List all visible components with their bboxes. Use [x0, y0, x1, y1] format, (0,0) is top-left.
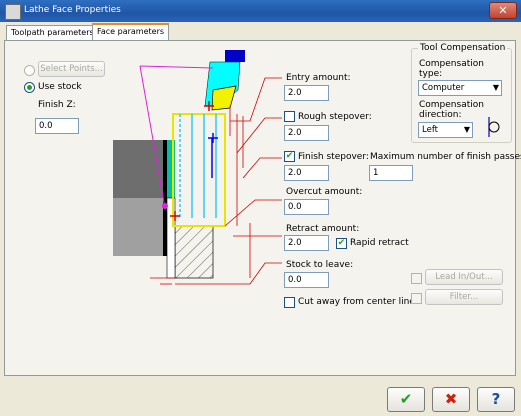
filter-checkbox[interactable]: [411, 293, 422, 304]
cancel-button[interactable]: ✖: [432, 387, 470, 412]
select-points-radio[interactable]: [24, 65, 35, 76]
lead-in-out-button[interactable]: Lead In/Out...: [425, 269, 503, 285]
select-points-button[interactable]: Select Points...: [38, 61, 105, 77]
face-diagram: [113, 50, 282, 285]
tab-face-parameters[interactable]: Face parameters: [92, 23, 170, 40]
max-finish-passes-label: Maximum number of finish passes:: [370, 152, 521, 162]
use-stock-label: Use stock: [38, 82, 82, 92]
rough-stepover-checkbox[interactable]: [284, 111, 295, 122]
finish-stepover-checkbox[interactable]: ✔: [284, 151, 295, 162]
rapid-retract-label: Rapid retract: [350, 238, 409, 248]
rough-stepover-label: Rough stepover:: [298, 112, 372, 122]
close-button[interactable]: ✕: [489, 2, 517, 19]
rough-stepover-input[interactable]: 2.0: [284, 125, 329, 141]
finish-stepover-input[interactable]: 2.0: [284, 165, 329, 181]
filter-button[interactable]: Filter...: [425, 289, 503, 305]
rapid-retract-checkbox[interactable]: ✔: [336, 238, 347, 249]
stock-to-leave-input[interactable]: 0.0: [284, 272, 329, 288]
tool-insert: [211, 85, 237, 111]
max-finish-passes-input[interactable]: 1: [369, 165, 413, 181]
stock-lower: [113, 198, 165, 256]
overcut-amount-input[interactable]: 0.0: [284, 199, 329, 215]
stock-upper: [113, 140, 165, 198]
chevron-down-icon: ▼: [492, 83, 499, 92]
hatched-part: [174, 225, 214, 279]
chevron-down-icon: ▼: [463, 125, 470, 134]
entry-amount-label: Entry amount:: [286, 73, 351, 83]
lead-in-out-checkbox[interactable]: [411, 273, 422, 284]
leader-overcut: [224, 199, 282, 227]
window-title: Lathe Face Properties: [24, 5, 121, 15]
compensation-type-select[interactable]: Computer ▼: [418, 80, 502, 96]
tool-compensation-title: Tool Compensation: [418, 43, 508, 53]
leader-finish: [242, 157, 282, 179]
tool-holder-top: [225, 50, 245, 62]
stock-outline: [172, 113, 226, 227]
start-point: [162, 203, 168, 209]
cut-away-label: Cut away from center line: [298, 297, 415, 307]
overcut-amount-label: Overcut amount:: [286, 187, 363, 197]
stock-to-leave-label: Stock to leave:: [286, 260, 354, 270]
entry-amount-input[interactable]: 2.0: [284, 85, 329, 101]
use-stock-radio[interactable]: [24, 82, 35, 93]
retract-amount-input[interactable]: 2.0: [284, 235, 329, 251]
finish-z-input[interactable]: 0.0: [35, 118, 79, 134]
compensation-type-value: Computer: [422, 83, 465, 93]
compensation-direction-select[interactable]: Left ▼: [418, 122, 473, 138]
compensation-type-label: Compensation type:: [419, 59, 484, 79]
finish-z-label: Finish Z:: [38, 100, 76, 110]
arc-line: [139, 65, 214, 69]
leader-rough: [236, 117, 282, 154]
app-icon: [5, 4, 21, 20]
retract-amount-label: Retract amount:: [286, 224, 360, 234]
radio-selected-dot: [27, 85, 32, 90]
help-button[interactable]: ?: [477, 387, 515, 412]
ok-button[interactable]: ✔: [387, 387, 425, 412]
compensation-direction-value: Left: [422, 125, 438, 135]
compensation-direction-icon: [488, 117, 500, 137]
tab-toolpath-parameters[interactable]: Toolpath parameters: [6, 25, 99, 40]
finish-stepover-label: Finish stepover:: [298, 152, 369, 162]
cut-away-checkbox[interactable]: [284, 297, 295, 308]
